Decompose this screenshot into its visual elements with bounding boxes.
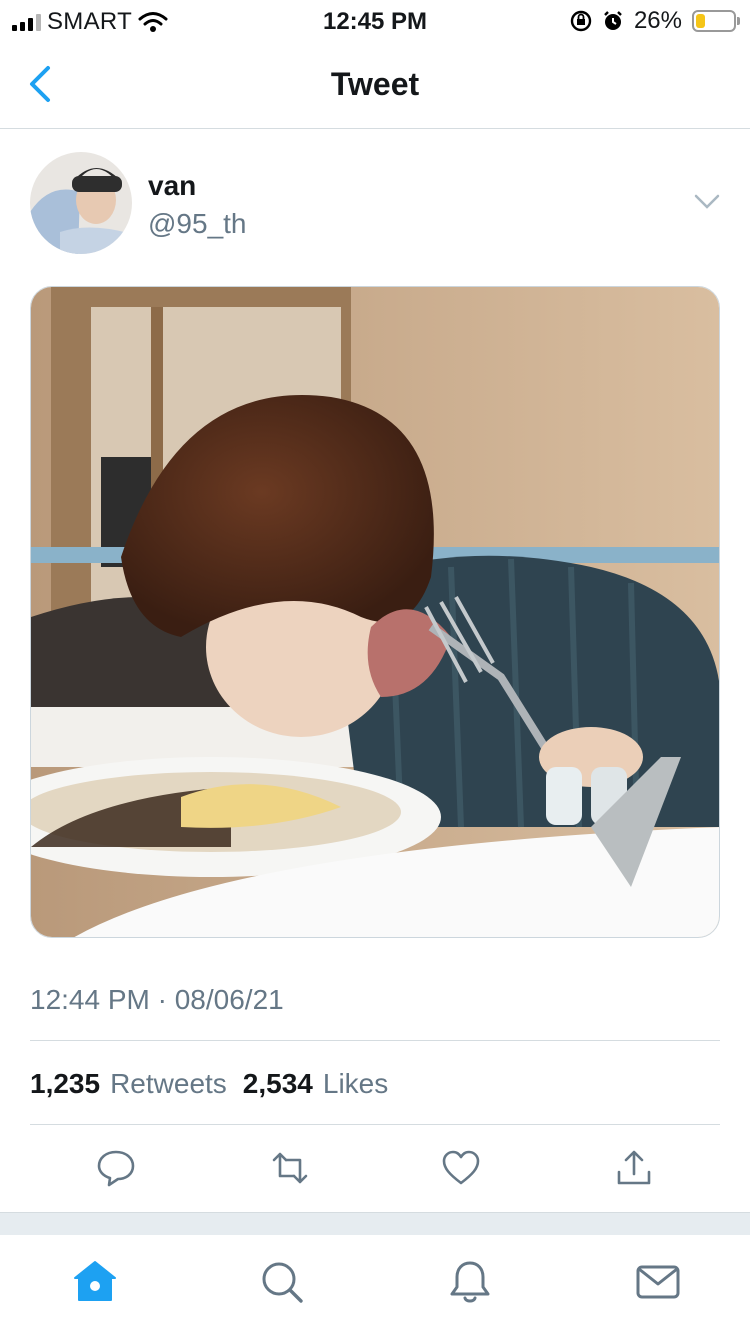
navigation-bar: Tweet <box>0 40 750 129</box>
messages-icon[interactable] <box>634 1258 682 1306</box>
divider <box>30 1124 720 1125</box>
tweet-author: van @95_th <box>30 152 720 256</box>
tweet-media-image[interactable] <box>30 286 720 938</box>
status-bar: SMART 12:45 PM 26% <box>0 0 750 40</box>
tweet-timestamp: 12:44 PM · 08/06/21 <box>30 984 284 1015</box>
home-icon[interactable] <box>71 1258 119 1306</box>
retweet-icon[interactable] <box>270 1148 310 1188</box>
orientation-lock-icon <box>570 10 592 32</box>
chevron-down-icon[interactable] <box>694 192 720 212</box>
reply-icon[interactable] <box>96 1148 136 1188</box>
battery-percent: 26% <box>633 7 682 34</box>
search-icon[interactable] <box>258 1258 306 1306</box>
battery-fill <box>696 14 705 28</box>
share-icon[interactable] <box>614 1148 654 1188</box>
avatar[interactable] <box>30 152 132 254</box>
tab-bar <box>0 1236 750 1334</box>
alarm-icon <box>604 11 622 30</box>
status-right: 26% <box>570 7 740 35</box>
likes-count[interactable]: 2,534 <box>243 1068 313 1100</box>
author-name[interactable]: van <box>148 170 196 202</box>
notifications-icon[interactable] <box>446 1258 494 1306</box>
retweets-label[interactable]: Retweets <box>110 1068 227 1100</box>
like-icon[interactable] <box>441 1148 481 1188</box>
retweets-count[interactable]: 1,235 <box>30 1068 100 1100</box>
battery-icon <box>692 10 740 32</box>
section-separator <box>0 1212 750 1235</box>
page-title: Tweet <box>330 66 420 102</box>
tweet-actions <box>0 1144 750 1194</box>
author-handle[interactable]: @95_th <box>148 208 247 240</box>
divider <box>30 1040 720 1041</box>
likes-label[interactable]: Likes <box>323 1068 388 1100</box>
tweet-stats: 1,235 Retweets 2,534 Likes <box>30 1068 394 1100</box>
